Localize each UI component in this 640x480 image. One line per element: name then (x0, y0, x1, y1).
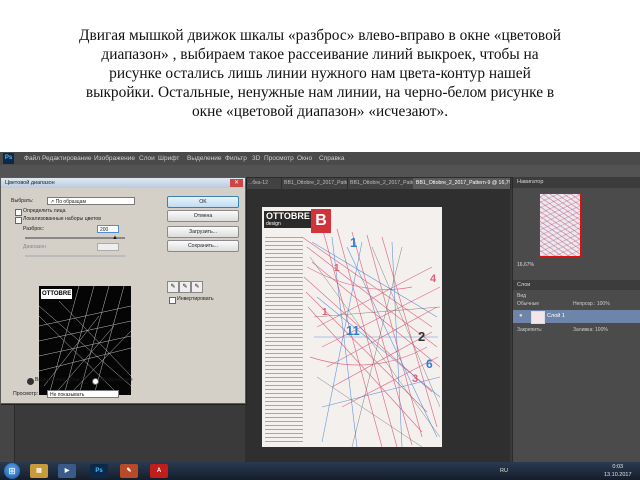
layer-thumbnail (531, 311, 545, 324)
range-input (97, 243, 119, 251)
slide-caption: Двигая мышкой движок шкалы «разброс» вле… (20, 26, 620, 121)
fuzziness-slider[interactable] (25, 237, 125, 239)
pdf-icon[interactable]: A (150, 464, 168, 478)
fuzziness-input[interactable]: 200 (97, 225, 119, 233)
pattern-number: 6 (426, 357, 433, 371)
radio-image-label: Изображение (100, 377, 133, 383)
save-button[interactable]: Сохранить... (167, 240, 239, 252)
preview-mode-select[interactable]: Не показывать (47, 390, 119, 398)
tab-document[interactable]: ...бка-12 (245, 178, 282, 189)
menu-help[interactable]: Справка (319, 152, 345, 165)
ottobre-logo: OTTOBRE design (264, 211, 311, 228)
layers-kind-filter[interactable]: Вид (517, 292, 526, 300)
load-button[interactable]: Загрузить... (167, 226, 239, 238)
layer-row[interactable]: ● Слой 1 (513, 310, 640, 324)
range-label: Диапазон (23, 244, 47, 250)
menu-window[interactable]: Окно (297, 152, 312, 165)
detect-faces-checkbox[interactable] (15, 209, 22, 216)
menu-bar: Ps Файл Редактирование Изображение Слои … (0, 152, 640, 165)
caption-line: окне «цветовой диапазон» «исчезают». (191, 103, 449, 120)
photoshop-window: Ps Файл Редактирование Изображение Слои … (0, 152, 640, 480)
select-dropdown[interactable]: ↗ По образцам (47, 197, 135, 205)
invert-checkbox[interactable] (169, 297, 176, 304)
eyedropper-plus-icon[interactable]: ✎ (179, 281, 191, 293)
caption-line: диапазон» , выбираем такое рассеивание л… (101, 46, 539, 63)
preview-logo: OTTOBRE (41, 289, 72, 299)
right-panels: Навигатор 16,67% Слои Вид Обычные Непроз… (512, 177, 640, 462)
media-icon[interactable]: ▶ (58, 464, 76, 478)
eyedropper-icon[interactable]: ✎ (167, 281, 179, 293)
layers-header[interactable]: Слои (513, 280, 640, 290)
navigator-zoom[interactable]: 16,67% (517, 261, 534, 269)
menu-edit[interactable]: Редактирование (42, 152, 92, 165)
menu-image[interactable]: Изображение (94, 152, 135, 165)
close-icon[interactable]: ✕ (230, 179, 243, 187)
layers-fill[interactable]: Заливка: 100% (573, 326, 608, 334)
menu-select[interactable]: Выделение (187, 152, 221, 165)
language-indicator[interactable]: RU (500, 467, 508, 475)
fuzziness-label: Разброс: (23, 226, 45, 232)
color-range-dialog: Цветовой диапазон ✕ Выбрать: ↗ По образц… (0, 177, 246, 404)
layer-name[interactable]: Слой 1 (547, 310, 565, 323)
slider-handle-icon[interactable]: ▲ (112, 235, 118, 242)
caption-line: рисунке остались лишь линии нужного нам … (109, 65, 531, 82)
cancel-button[interactable]: Отмена (167, 210, 239, 222)
pattern-number: 1 (334, 263, 340, 274)
radio-selection[interactable] (27, 378, 34, 385)
pattern-number: 3 (412, 373, 419, 385)
clock-time: 0:03 (612, 464, 624, 470)
photoshop-taskbar-icon[interactable]: Ps (90, 464, 108, 478)
ok-button[interactable]: OK (167, 196, 239, 208)
radio-image[interactable] (92, 378, 99, 385)
dialog-title: Цветовой диапазон (1, 178, 245, 188)
caption-line: выкройки. Остальные, ненужные нам линии,… (85, 84, 555, 101)
tab-document[interactable]: BB1_Ottobre_2_2017_Pattern-10 (347, 178, 414, 189)
invert-label: Инвертировать (177, 296, 214, 302)
pattern-number: 2 (418, 329, 426, 344)
pattern-number: 4 (430, 273, 437, 285)
select-label: Выбрать: (11, 198, 34, 204)
caption-line: Двигая мышкой движок шкалы «разброс» вле… (78, 27, 562, 44)
start-button[interactable]: ⊞ (4, 463, 20, 479)
menu-3d[interactable]: 3D (252, 152, 260, 165)
pattern-document: OTTOBRE design B 1 4 1 1 11 2 6 3 (262, 207, 442, 447)
paint-icon[interactable]: ✎ (120, 464, 138, 478)
detect-faces-label: Определить лица (23, 208, 66, 214)
menu-type[interactable]: Шрифт (158, 152, 179, 165)
layers-opacity[interactable]: Непрозр.: 100% (573, 300, 610, 308)
pattern-number: 1 (322, 307, 328, 318)
clock-date: 13.10.2017 (604, 472, 632, 478)
preview-mode-label: Просмотр: (13, 391, 39, 397)
pattern-number: 1 (350, 235, 358, 250)
localized-checkbox[interactable] (15, 217, 22, 224)
explorer-icon[interactable]: ▤ (30, 464, 48, 478)
menu-view[interactable]: Просмотр (264, 152, 294, 165)
tab-document-active[interactable]: BB1_Ottobre_2_2017_Pattern-9 @ 16,7% (Сл… (413, 178, 511, 189)
layers-lock[interactable]: Закрепить: (517, 326, 542, 334)
layers-blend-mode[interactable]: Обычные (517, 300, 539, 308)
menu-file[interactable]: Файл (24, 152, 40, 165)
navigator-header[interactable]: Навигатор (513, 177, 640, 188)
photoshop-logo: Ps (3, 153, 14, 164)
menu-filter[interactable]: Фильтр (225, 152, 247, 165)
tray-clock[interactable]: 0:03 13.10.2017 (604, 463, 632, 479)
pattern-number: 11 (346, 323, 360, 338)
eyedropper-minus-icon[interactable]: ✎ (191, 281, 203, 293)
localized-label: Локализованные наборы цветов (23, 216, 102, 222)
document-tabs: ...бка-12 BB1_Ottobre_2_2017_Pattern-12 … (245, 178, 511, 189)
navigator-thumbnail[interactable] (539, 193, 581, 257)
tab-document[interactable]: BB1_Ottobre_2_2017_Pattern-12 (281, 178, 348, 189)
ottobre-red-block: B (311, 209, 331, 233)
range-slider (25, 255, 125, 257)
radio-selection-label: Выделенная область (35, 377, 86, 383)
windows-taskbar: ⊞ ▤ ▶ Ps ✎ A RU 0:03 13.10.2017 (0, 462, 640, 480)
menu-layers[interactable]: Слои (139, 152, 155, 165)
eye-icon[interactable]: ● (519, 313, 525, 319)
